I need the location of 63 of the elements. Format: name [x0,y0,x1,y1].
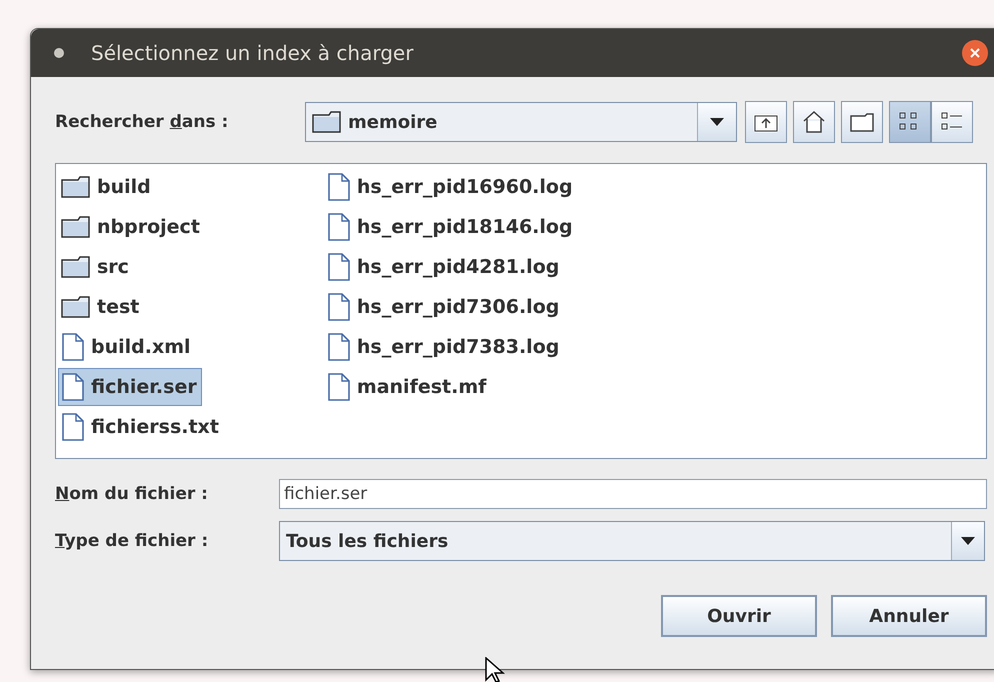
file-name: hs_err_pid18146.log [356,216,573,238]
mouse-cursor-icon [485,657,507,682]
open-button[interactable]: Ouvrir [661,595,817,637]
file-item[interactable]: hs_err_pid7306.log [324,288,564,326]
dropdown-value: Tous les fichiers [286,530,448,552]
file-item[interactable]: hs_err_pid4281.log [324,248,564,286]
toolbar-button[interactable] [841,101,883,143]
folder-icon [61,295,91,319]
toolbar-button[interactable] [793,101,835,143]
dropdown-value: memoire [348,112,438,132]
file-name: src [97,256,129,278]
file-name: manifest.mf [356,376,486,398]
folder-dropdown[interactable]: memoire [305,102,737,142]
toolbar-button[interactable] [889,101,931,143]
field-label: Nom du fichier : [55,484,209,504]
file-name: nbproject [97,216,200,238]
field-label: Rechercher dans : [55,112,230,132]
file-item[interactable]: nbproject [58,208,205,246]
cancel-button[interactable]: Annuler [831,595,987,637]
file-item[interactable]: manifest.mf [324,368,492,406]
field-label: Type de fichier : [55,531,210,551]
folder-icon [61,255,91,279]
close-icon[interactable] [961,39,989,67]
file-name: hs_err_pid7383.log [356,336,560,358]
file-name-field[interactable]: fichier.ser [279,479,987,509]
file-item[interactable]: fichierss.txt [58,408,224,446]
file-type-dropdown[interactable]: Tous les fichiers [279,521,985,561]
folder-icon [61,175,91,199]
file-item[interactable]: hs_err_pid16960.log [324,168,578,206]
file-icon [326,292,351,322]
file-item[interactable]: build.xml [58,328,196,366]
window-menu-icon [53,47,65,59]
file-item[interactable]: build [58,168,156,206]
toolbar-button[interactable] [931,101,973,143]
file-icon [326,212,351,242]
file-name: hs_err_pid7306.log [356,296,560,318]
file-item[interactable]: src [58,248,134,286]
file-icon [326,172,351,202]
folder-icon [850,112,874,132]
file-icon [61,332,85,362]
file-name: build.xml [91,336,191,358]
caret-icon [961,537,975,545]
folder-icon [312,110,342,134]
file-name: fichierss.txt [91,416,219,438]
caret-icon [710,118,724,126]
file-icon [326,332,351,362]
toolbar-button[interactable] [745,101,787,143]
file-name: fichier.ser [91,376,197,398]
file-icon [61,412,85,442]
file-icon [326,252,351,282]
home-icon [802,110,826,134]
file-item[interactable]: hs_err_pid18146.log [324,208,578,246]
folder-icon [61,215,91,239]
file-icon [326,372,351,402]
file-item[interactable]: hs_err_pid7383.log [324,328,564,366]
file-name: hs_err_pid4281.log [356,256,560,278]
window-title: Sélectionnez un index à charger [91,41,414,65]
file-name: test [97,296,140,318]
file-icon [61,372,85,402]
file-item[interactable]: fichier.ser [58,368,202,406]
file-name: hs_err_pid16960.log [356,176,573,198]
file-name: build [97,176,151,198]
file-item[interactable]: test [58,288,144,326]
